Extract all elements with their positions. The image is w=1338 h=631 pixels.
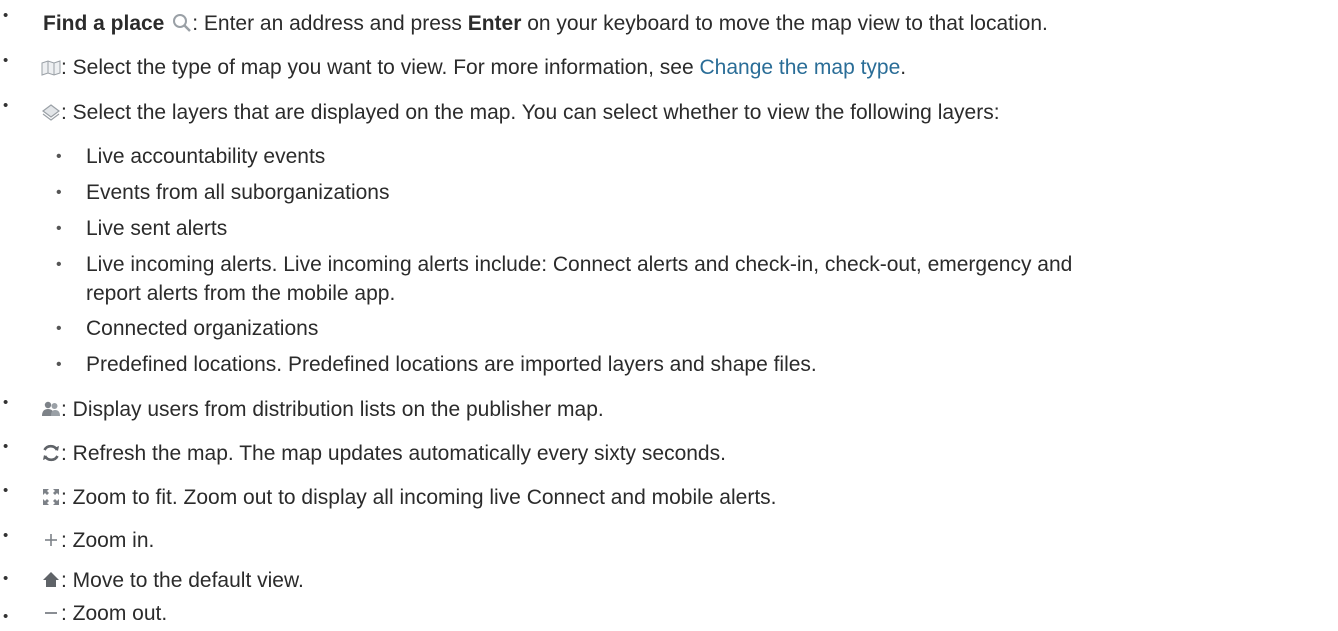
zoom-out-icon	[41, 603, 61, 631]
bullet: •	[3, 570, 9, 587]
item-text: : Zoom out.	[61, 602, 168, 625]
item-text: : Zoom in.	[61, 529, 155, 552]
sub-bullet: •	[56, 256, 62, 273]
change-map-type-link[interactable]: Change the map type	[699, 56, 900, 79]
zoom-to-fit-icon	[41, 487, 61, 515]
item-text: .	[900, 56, 907, 79]
list-item-zoom-out: : Zoom out.	[41, 600, 167, 631]
layer-item: Live incoming alerts. Live incoming aler…	[86, 253, 1073, 276]
sub-bullet: •	[56, 320, 62, 337]
layer-item: Live sent alerts	[86, 217, 228, 240]
help-page: • Find a place : Enter an address and pr…	[0, 0, 1338, 629]
layer-item: Events from all suborganizations	[86, 181, 390, 204]
list-item-users: : Display users from distribution lists …	[41, 396, 604, 427]
bullet: •	[3, 52, 9, 69]
list-item-map-type: : Select the type of map you want to vie…	[41, 54, 906, 85]
enter-key-label: Enter	[467, 12, 522, 35]
bullet: •	[3, 7, 9, 24]
refresh-icon	[41, 443, 61, 471]
users-icon	[41, 399, 61, 427]
item-text: : Refresh the map. The map updates autom…	[61, 442, 726, 465]
item-text: on your keyboard to move the map view to…	[521, 12, 1048, 35]
list-item-refresh: : Refresh the map. The map updates autom…	[41, 440, 726, 471]
list-item-home: : Move to the default view.	[41, 567, 304, 598]
layer-item-continued: report alerts from the mobile app.	[86, 282, 396, 305]
sub-bullet: •	[56, 148, 62, 165]
bullet: •	[3, 394, 9, 411]
item-text: : Select the type of map you want to vie…	[61, 56, 700, 79]
sub-bullet: •	[56, 356, 62, 373]
bullet: •	[3, 482, 9, 499]
layer-item: Connected organizations	[86, 317, 319, 340]
item-text: : Display users from distribution lists …	[61, 398, 604, 421]
item-text: : Zoom to fit. Zoom out to display all i…	[61, 486, 777, 509]
item-text: : Select the layers that are displayed o…	[61, 101, 1000, 124]
bullet: •	[3, 527, 9, 544]
map-type-icon	[41, 57, 61, 85]
zoom-in-icon	[41, 530, 61, 558]
item-text: : Move to the default view.	[61, 569, 304, 592]
sub-bullet: •	[56, 220, 62, 237]
bullet: •	[3, 438, 9, 455]
list-item-zoom-in: : Zoom in.	[41, 527, 154, 558]
list-item-layers: : Select the layers that are displayed o…	[41, 99, 1000, 130]
bullet: •	[3, 608, 9, 625]
layer-item: Live accountability events	[86, 145, 326, 168]
home-icon	[41, 570, 61, 598]
find-place-label: Find a place	[43, 12, 165, 35]
bullet: •	[3, 97, 9, 114]
sub-bullet: •	[56, 184, 62, 201]
list-item-find-place: Find a place : Enter an address and pres…	[43, 10, 1048, 41]
item-text: : Enter an address and press	[192, 12, 468, 35]
layer-item: Predefined locations. Predefined locatio…	[86, 353, 817, 376]
search-icon	[172, 13, 192, 41]
list-item-zoom-to-fit: : Zoom to fit. Zoom out to display all i…	[41, 484, 777, 515]
layers-icon	[41, 102, 61, 130]
